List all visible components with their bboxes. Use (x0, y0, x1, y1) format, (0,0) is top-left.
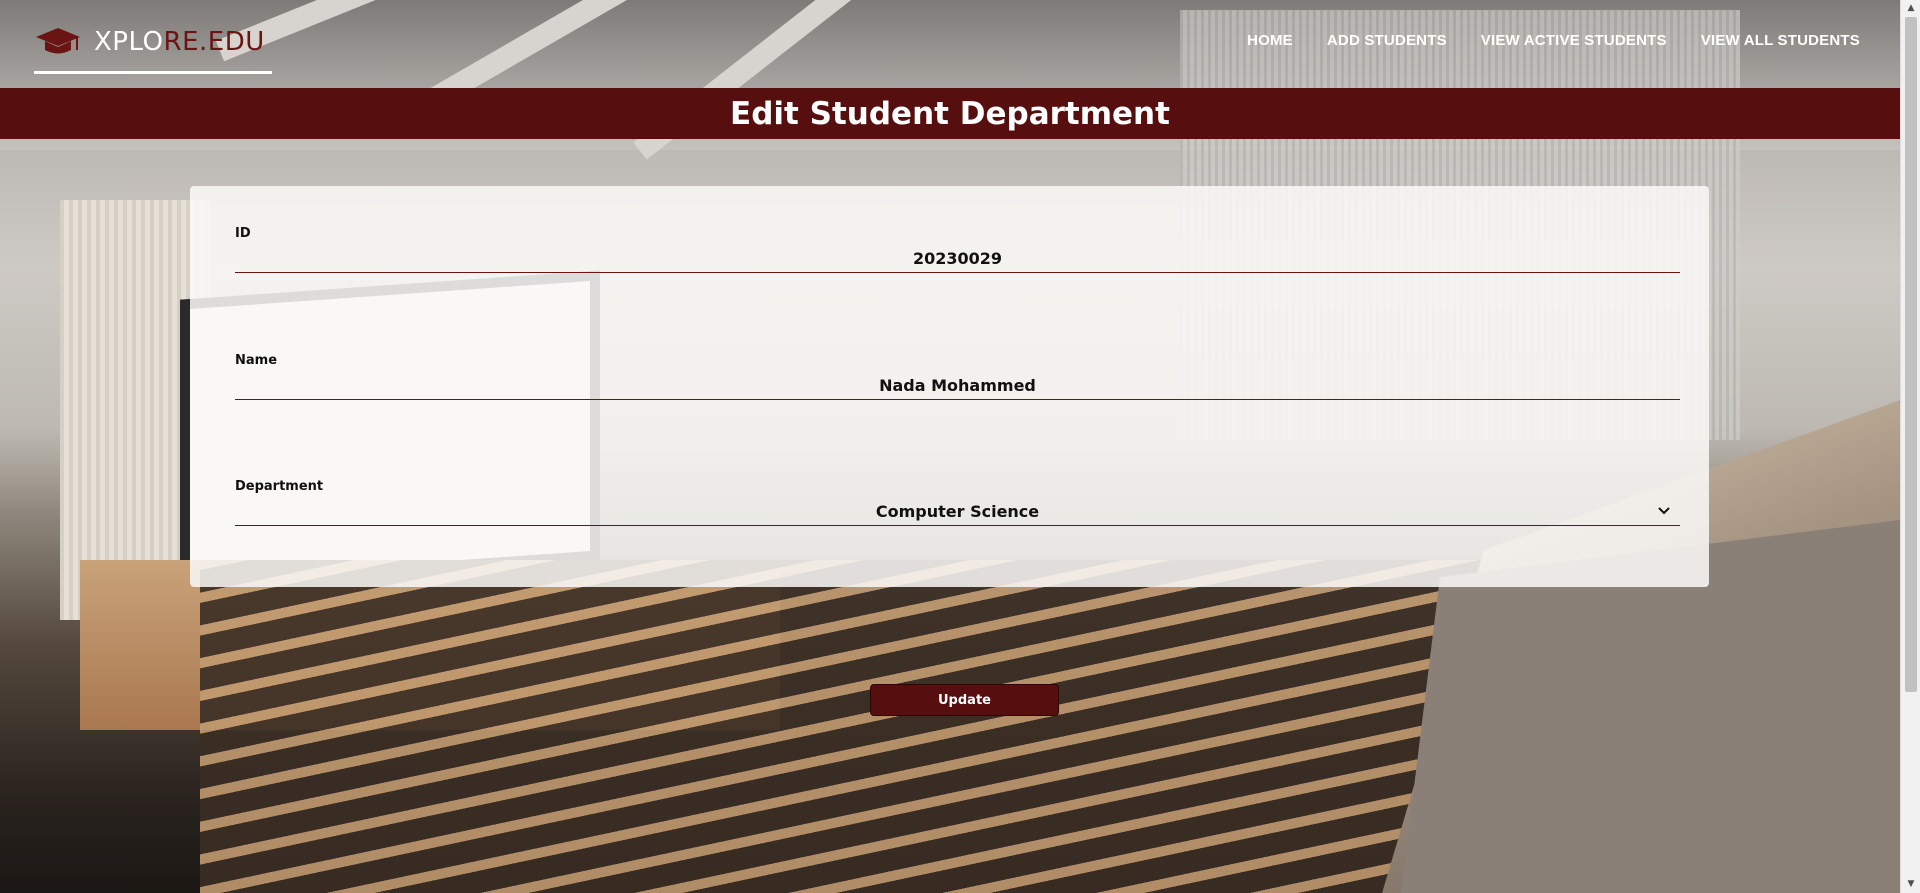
edit-department-form: ID 20230029 Name Nada Mohammed Departmen… (190, 186, 1709, 587)
page-scrollbar[interactable]: ▲ ▼ (1900, 0, 1920, 893)
logo-text: XPLORE.EDU (94, 27, 265, 57)
name-label: Name (235, 353, 278, 368)
name-field-group: Name Nada Mohammed (235, 353, 1680, 400)
page-title: Edit Student Department (730, 95, 1170, 132)
department-label: Department (235, 479, 324, 494)
site-header: XPLORE.EDU HOME ADD STUDENTS VIEW ACTIVE… (0, 0, 1900, 88)
scrollbar-thumb[interactable] (1905, 17, 1917, 692)
scroll-up-icon[interactable]: ▲ (1901, 0, 1920, 17)
update-button[interactable]: Update (870, 684, 1059, 716)
department-field-group: Department Computer Science (235, 479, 1680, 526)
site-logo[interactable]: XPLORE.EDU (34, 24, 272, 74)
nav-view-active-students[interactable]: VIEW ACTIVE STUDENTS (1481, 32, 1667, 49)
scroll-down-icon[interactable]: ▼ (1901, 876, 1920, 893)
chevron-down-icon (1658, 503, 1670, 519)
main-nav: HOME ADD STUDENTS VIEW ACTIVE STUDENTS V… (1247, 32, 1860, 49)
nav-home[interactable]: HOME (1247, 32, 1293, 49)
nav-view-all-students[interactable]: VIEW ALL STUDENTS (1701, 32, 1860, 49)
department-selected-value: Computer Science (875, 502, 1040, 521)
id-field[interactable]: 20230029 (235, 241, 1680, 273)
graduation-cap-icon (34, 24, 82, 60)
name-field[interactable]: Nada Mohammed (235, 368, 1680, 400)
id-field-group: ID 20230029 (235, 226, 1680, 273)
page-title-bar: Edit Student Department (0, 88, 1900, 139)
id-label: ID (235, 226, 251, 241)
nav-add-students[interactable]: ADD STUDENTS (1327, 32, 1447, 49)
department-select[interactable]: Computer Science (235, 494, 1680, 526)
